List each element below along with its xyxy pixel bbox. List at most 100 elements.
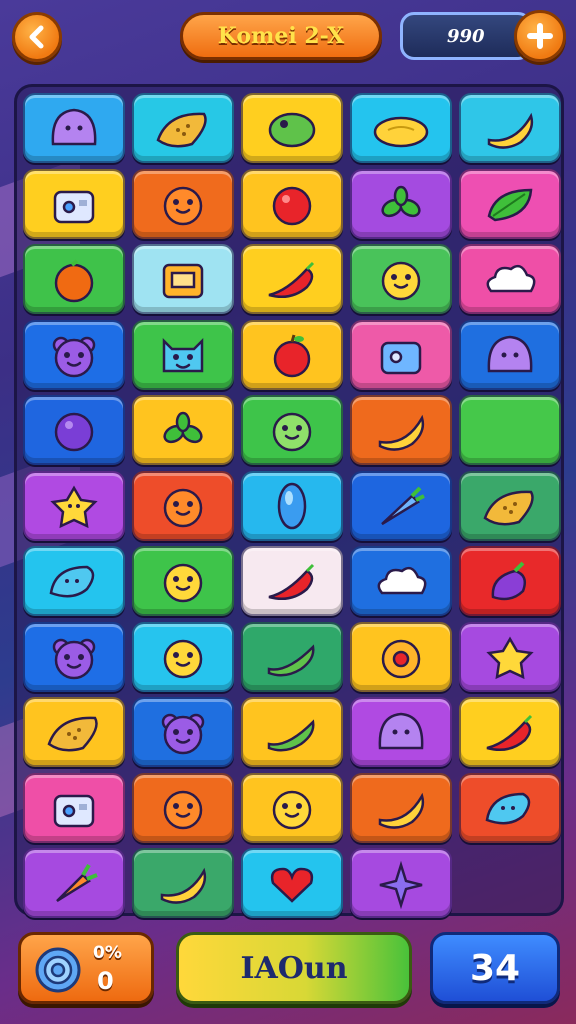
leaf-blue2-icon bbox=[485, 792, 531, 824]
tile-leaf-blue2[interactable] bbox=[459, 772, 561, 843]
tile-blob-purple2[interactable] bbox=[459, 319, 561, 390]
tile-face-orange[interactable] bbox=[132, 168, 234, 239]
swirl-icon bbox=[35, 947, 81, 993]
tile-star-yellow[interactable] bbox=[459, 621, 561, 692]
tile-leaf-green[interactable] bbox=[459, 168, 561, 239]
tile-robot2[interactable] bbox=[23, 772, 125, 843]
leaf-green-icon bbox=[487, 188, 533, 221]
plus-icon bbox=[527, 23, 553, 49]
tile-face-yellow2[interactable] bbox=[132, 546, 234, 616]
lemon-icon bbox=[373, 116, 429, 148]
robot2-icon bbox=[53, 794, 95, 827]
tile-chili3[interactable] bbox=[459, 697, 561, 767]
face-orange-icon bbox=[163, 186, 203, 225]
tile-banana3[interactable] bbox=[350, 772, 452, 843]
tile-pea2[interactable] bbox=[241, 697, 343, 767]
tile-empty[interactable] bbox=[459, 395, 561, 465]
tile-banana2[interactable] bbox=[350, 395, 452, 465]
tile-blob-purple[interactable] bbox=[23, 93, 125, 163]
bottom-bar: 0% 0 IAOun 34 bbox=[0, 924, 576, 1024]
tile-sparkle[interactable] bbox=[350, 848, 452, 918]
top-bar: Komei 2-X 990 bbox=[0, 0, 576, 78]
level-title: Komei 2-X bbox=[180, 12, 382, 60]
game-board bbox=[14, 84, 564, 918]
tile-robot-blue[interactable] bbox=[350, 319, 452, 390]
tile-apple[interactable] bbox=[241, 319, 343, 390]
face-orange3-icon bbox=[163, 790, 203, 829]
empty-icon bbox=[475, 402, 545, 458]
tile-frog[interactable] bbox=[241, 93, 343, 163]
robot-icon bbox=[53, 190, 95, 223]
tile-chili[interactable] bbox=[241, 244, 343, 314]
tile-carrot-blue[interactable] bbox=[350, 470, 452, 541]
tile-bread2[interactable] bbox=[459, 470, 561, 541]
tile-orange[interactable] bbox=[23, 244, 125, 314]
tile-eggplant[interactable] bbox=[459, 546, 561, 616]
tile-star-face[interactable] bbox=[23, 470, 125, 541]
tile-bear-purple2[interactable] bbox=[23, 621, 125, 692]
tile-face-yellow3[interactable] bbox=[132, 621, 234, 692]
moves-value: 0 bbox=[97, 967, 114, 995]
tile-robot[interactable] bbox=[23, 168, 125, 239]
back-button[interactable] bbox=[12, 12, 62, 62]
face-yellow2-icon bbox=[163, 563, 203, 603]
tile-robot-yellow[interactable] bbox=[132, 244, 234, 314]
tile-leaf-blue[interactable] bbox=[23, 546, 125, 616]
tile-cloud2[interactable] bbox=[350, 546, 452, 616]
tile-banana[interactable] bbox=[459, 93, 561, 163]
tile-face-orange3[interactable] bbox=[132, 772, 234, 843]
tile-cloud[interactable] bbox=[459, 244, 561, 314]
blob-purple2-icon bbox=[487, 335, 533, 372]
robot-yellow-icon bbox=[162, 263, 204, 299]
star-yellow-icon bbox=[486, 636, 534, 679]
tile-ball-red[interactable] bbox=[241, 168, 343, 239]
frog-icon bbox=[268, 112, 316, 148]
tile-carrot[interactable] bbox=[23, 848, 125, 918]
action-button[interactable]: IAOun bbox=[176, 932, 412, 1004]
tile-bread3[interactable] bbox=[23, 697, 125, 767]
tile-face-yellow4[interactable] bbox=[241, 772, 343, 843]
leaves2-icon bbox=[163, 411, 203, 444]
tile-lemon[interactable] bbox=[350, 93, 452, 163]
tile-donut[interactable] bbox=[350, 621, 452, 692]
tile-chili2[interactable] bbox=[241, 546, 343, 616]
tile-cat-blue[interactable] bbox=[132, 319, 234, 390]
orange-icon bbox=[54, 259, 94, 303]
tile-face-green[interactable] bbox=[241, 395, 343, 465]
tile-banana4[interactable] bbox=[132, 848, 234, 918]
plum-icon bbox=[54, 412, 94, 452]
bread-icon bbox=[156, 112, 207, 148]
tile-plum[interactable] bbox=[23, 395, 125, 465]
tile-leaves[interactable] bbox=[350, 168, 452, 239]
score-counter: 34 bbox=[430, 932, 560, 1004]
tile-leaves2[interactable] bbox=[132, 395, 234, 465]
donut-icon bbox=[381, 639, 421, 678]
carrot-blue-icon bbox=[381, 486, 425, 525]
bread3-icon bbox=[47, 716, 98, 752]
blob-purple-icon bbox=[51, 108, 97, 146]
banana2-icon bbox=[378, 414, 425, 451]
face-yellow-icon bbox=[381, 261, 421, 301]
tile-gem-blue[interactable] bbox=[241, 470, 343, 541]
face-green-icon bbox=[272, 412, 312, 452]
banana4-icon bbox=[160, 867, 207, 904]
blob-purple3-icon bbox=[378, 712, 424, 750]
add-coins-button[interactable] bbox=[514, 10, 566, 62]
tile-face-yellow[interactable] bbox=[350, 244, 452, 314]
tile-blob-purple3[interactable] bbox=[350, 697, 452, 767]
tile-heart[interactable] bbox=[241, 848, 343, 918]
bear-purple3-icon bbox=[161, 713, 205, 755]
tile-bear-purple[interactable] bbox=[23, 319, 125, 390]
bear-purple-icon bbox=[52, 336, 96, 377]
tile-pea[interactable] bbox=[241, 621, 343, 692]
cloud2-icon bbox=[377, 566, 427, 595]
tile-face-orange2[interactable] bbox=[132, 470, 234, 541]
coin-counter: 990 bbox=[400, 12, 532, 60]
coin-value: 990 bbox=[447, 25, 485, 47]
tile-bear-purple3[interactable] bbox=[132, 697, 234, 767]
bear-purple2-icon bbox=[52, 638, 96, 679]
robot-blue-icon bbox=[380, 341, 422, 374]
moves-counter: 0% 0 bbox=[18, 932, 154, 1004]
tile-bread[interactable] bbox=[132, 93, 234, 163]
apple-icon bbox=[273, 334, 311, 377]
